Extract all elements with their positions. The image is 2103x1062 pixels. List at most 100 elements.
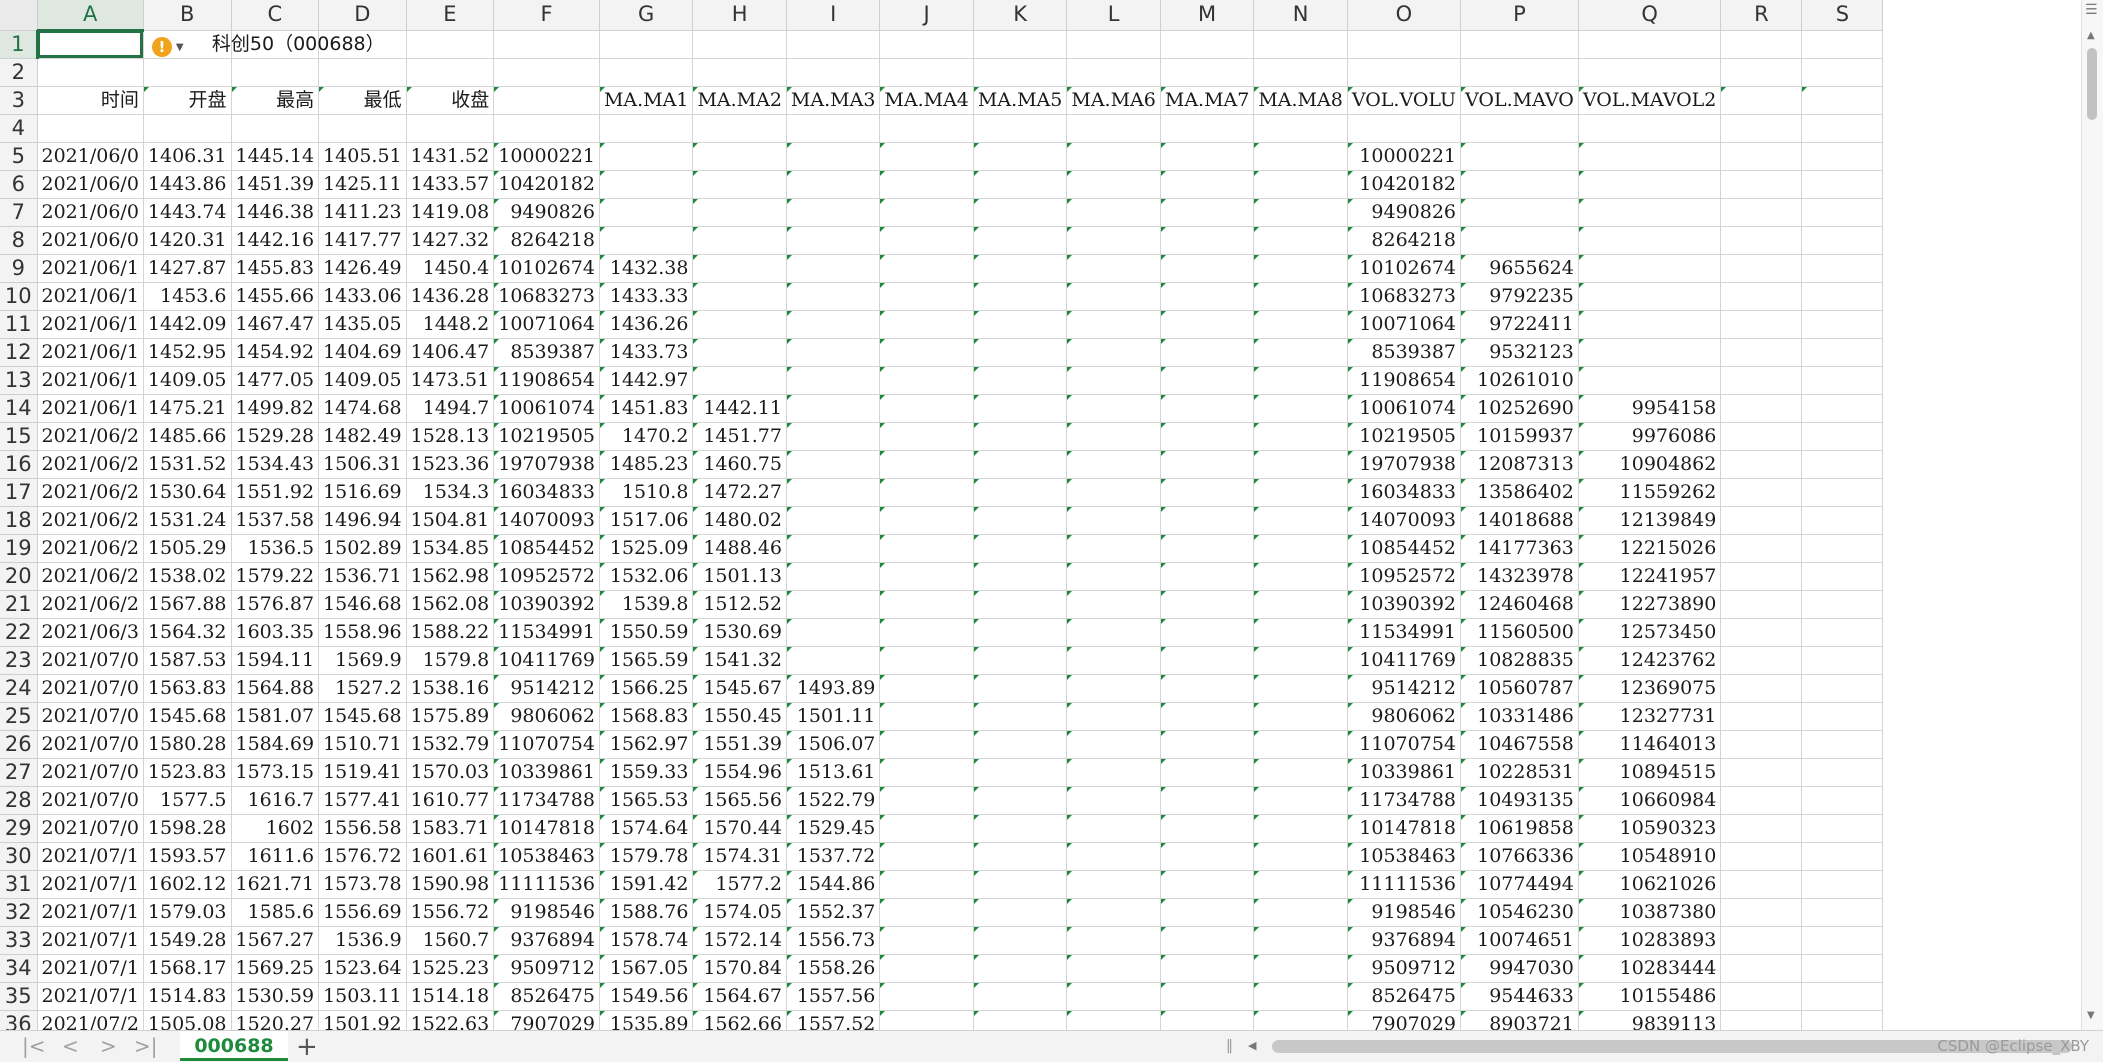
table-cell[interactable]: 14070093 [493,506,600,535]
table-cell[interactable] [1801,422,1884,451]
table-cell[interactable]: 9806062 [493,702,600,731]
table-cell[interactable] [1578,338,1722,367]
table-cell[interactable]: 1501.11 [786,702,881,731]
table-cell[interactable] [1066,590,1161,619]
table-cell[interactable]: 1538.16 [406,674,495,703]
table-cell[interactable] [786,170,881,199]
table-cell[interactable] [1578,142,1722,171]
table-cell[interactable]: 1436.28 [406,282,495,311]
table-cell[interactable] [1801,898,1884,927]
row-header-21[interactable]: 21 [0,590,38,619]
table-cell[interactable] [1160,310,1255,339]
row-header-3[interactable]: 3 [0,86,38,115]
table-cell[interactable]: 1558.96 [318,618,407,647]
table-cell[interactable]: 1569.9 [318,646,407,675]
cell[interactable] [1460,58,1579,87]
table-cell[interactable]: 1537.72 [786,842,881,871]
add-sheet-icon[interactable]: + [296,1032,318,1062]
table-cell[interactable] [692,226,787,255]
table-cell[interactable] [1253,226,1348,255]
row-header-17[interactable]: 17 [0,478,38,507]
table-cell[interactable]: 1523.36 [406,450,495,479]
table-cell[interactable] [1720,646,1803,675]
table-cell[interactable] [1066,618,1161,647]
row-header-20[interactable]: 20 [0,562,38,591]
table-cell[interactable] [1160,982,1255,1011]
table-cell[interactable]: 10102674 [493,254,600,283]
cell[interactable] [318,58,407,87]
cell[interactable] [406,114,495,143]
table-cell[interactable]: 1579.22 [231,562,320,591]
table-cell[interactable]: 1557.56 [786,982,881,1011]
table-cell[interactable] [973,674,1068,703]
table-cell[interactable]: 2021/07/0 [37,786,144,815]
table-cell[interactable]: 10159937 [1460,422,1579,451]
table-cell[interactable]: 1443.86 [143,170,232,199]
table-cell[interactable]: 10411769 [493,646,600,675]
table-cell[interactable] [1578,198,1722,227]
table-cell[interactable] [1160,702,1255,731]
table-cell[interactable] [1253,534,1348,563]
table-cell[interactable] [1720,898,1803,927]
table-cell[interactable]: 1496.94 [318,506,407,535]
table-cell[interactable]: 1450.4 [406,254,495,283]
table-cell[interactable]: 1443.74 [143,198,232,227]
table-cell[interactable] [1160,562,1255,591]
table-cell[interactable]: 2021/06/0 [37,226,144,255]
column-header-j[interactable]: J [879,0,974,31]
cell[interactable] [599,30,694,59]
row-header-11[interactable]: 11 [0,310,38,339]
table-cell[interactable] [973,926,1068,955]
table-cell[interactable]: 12573450 [1578,618,1722,647]
header-cell[interactable] [1801,86,1884,115]
table-cell[interactable]: 10854452 [1347,534,1462,563]
table-cell[interactable] [786,450,881,479]
table-cell[interactable]: 10420182 [493,170,600,199]
table-cell[interactable]: 10904862 [1578,450,1722,479]
table-cell[interactable]: 1445.14 [231,142,320,171]
table-cell[interactable] [786,366,881,395]
table-cell[interactable] [786,534,881,563]
table-cell[interactable] [1160,870,1255,899]
table-cell[interactable]: 1621.71 [231,870,320,899]
cell[interactable] [493,114,600,143]
row-header-16[interactable]: 16 [0,450,38,479]
table-cell[interactable]: 12139849 [1578,506,1722,535]
table-cell[interactable] [786,198,881,227]
table-cell[interactable] [1253,758,1348,787]
table-cell[interactable]: 1436.26 [599,310,694,339]
table-cell[interactable]: 1569.25 [231,954,320,983]
table-cell[interactable]: 14323978 [1460,562,1579,591]
table-cell[interactable] [1801,842,1884,871]
table-cell[interactable]: 9947030 [1460,954,1579,983]
table-cell[interactable]: 10261010 [1460,366,1579,395]
row-header-2[interactable]: 2 [0,58,38,87]
table-cell[interactable]: 9514212 [1347,674,1462,703]
table-cell[interactable]: 2021/06/1 [37,338,144,367]
row-header-4[interactable]: 4 [0,114,38,143]
table-cell[interactable] [786,618,881,647]
table-cell[interactable] [786,310,881,339]
column-header-d[interactable]: D [318,0,407,31]
table-cell[interactable]: 10854452 [493,534,600,563]
table-cell[interactable] [786,590,881,619]
table-cell[interactable]: 12241957 [1578,562,1722,591]
column-header-l[interactable]: L [1066,0,1161,31]
table-cell[interactable]: 1405.51 [318,142,407,171]
table-cell[interactable] [1801,814,1884,843]
table-cell[interactable]: 1556.58 [318,814,407,843]
table-cell[interactable] [1801,618,1884,647]
table-cell[interactable] [1720,254,1803,283]
row-header-29[interactable]: 29 [0,814,38,843]
table-cell[interactable]: 11111536 [1347,870,1462,899]
table-cell[interactable]: 1455.83 [231,254,320,283]
table-cell[interactable] [1801,786,1884,815]
table-cell[interactable] [1720,394,1803,423]
table-cell[interactable] [1720,982,1803,1011]
table-cell[interactable]: 9954158 [1578,394,1722,423]
column-header-f[interactable]: F [493,0,600,31]
table-cell[interactable]: 10493135 [1460,786,1579,815]
table-cell[interactable] [1160,814,1255,843]
table-cell[interactable] [973,618,1068,647]
table-cell[interactable] [692,282,787,311]
